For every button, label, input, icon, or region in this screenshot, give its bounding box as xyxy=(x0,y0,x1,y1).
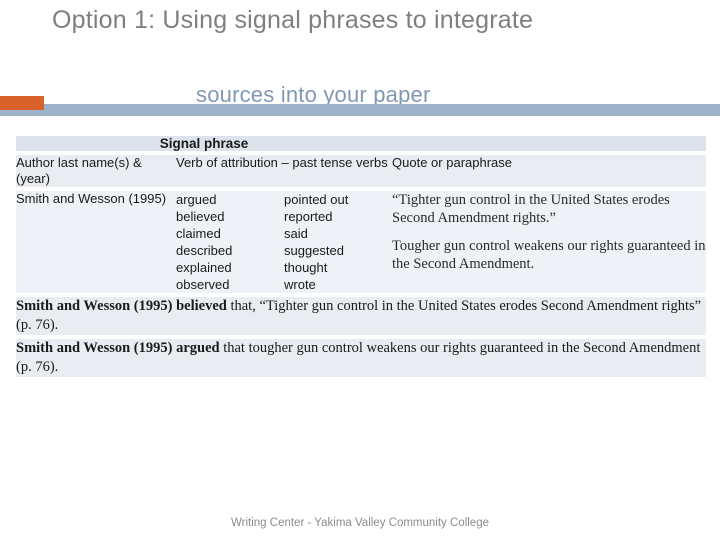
quote-text-2: Tougher gun control weakens our rights g… xyxy=(392,238,706,272)
example-sentence-2: Smith and Wesson (1995) argued that toug… xyxy=(16,339,707,377)
verb-item: said xyxy=(284,226,308,241)
signal-phrase-table: Signal phrase Author last name(s) & (yea… xyxy=(16,136,707,377)
verb-item: thought xyxy=(284,260,328,275)
verb-item: suggested xyxy=(284,243,344,258)
example-signal-phrase-1: Smith and Wesson (1995) believed xyxy=(16,298,227,314)
title-divider-bar xyxy=(0,104,720,116)
quote-text-1: “Tighter gun control in the United State… xyxy=(392,192,670,226)
cell-verbs-column-2: pointed out reported said suggested thou… xyxy=(284,191,393,293)
cell-author: Smith and Wesson (1995) xyxy=(16,191,176,293)
header-signal-phrase: Signal phrase xyxy=(16,136,393,151)
column-heading-author: Author last name(s) & (year) xyxy=(16,155,176,187)
verb-item: wrote xyxy=(284,277,316,292)
slide-title-block: Option 1: Using signal phrases to integr… xyxy=(0,0,720,118)
example-signal-phrase-2: Smith and Wesson (1995) argued xyxy=(16,340,220,356)
verb-item: observed xyxy=(176,277,230,292)
verb-item: explained xyxy=(176,260,232,275)
cell-quote-examples: “Tighter gun control in the United State… xyxy=(392,191,707,293)
cell-verbs-column-1: argued believed claimed described explai… xyxy=(176,191,284,293)
header-blank-cell xyxy=(392,136,707,151)
table-row-column-headings: Author last name(s) & (year) Verb of att… xyxy=(16,155,707,187)
example-sentence-1: Smith and Wesson (1995) believed that, “… xyxy=(16,297,707,335)
table-row-example-1: Smith and Wesson (1995) believed that, “… xyxy=(16,297,707,335)
verb-item: pointed out xyxy=(284,192,349,207)
page-title-line1: Option 1: Using signal phrases to integr… xyxy=(52,6,534,34)
table-row-content: Smith and Wesson (1995) argued believed … xyxy=(16,191,707,293)
table-row-header: Signal phrase xyxy=(16,136,707,151)
title-accent-block xyxy=(0,96,44,110)
verb-item: believed xyxy=(176,209,225,224)
verb-item: described xyxy=(176,243,233,258)
footer-text: Writing Center - Yakima Valley Community… xyxy=(231,517,489,529)
verb-item: claimed xyxy=(176,226,221,241)
verb-item: argued xyxy=(176,192,217,207)
column-heading-verbs: Verb of attribution – past tense verbs xyxy=(176,155,393,187)
table-row-example-2: Smith and Wesson (1995) argued that toug… xyxy=(16,339,707,377)
verb-item: reported xyxy=(284,209,333,224)
signal-phrase-table-wrap: Signal phrase Author last name(s) & (yea… xyxy=(16,136,707,377)
column-heading-quote: Quote or paraphrase xyxy=(392,155,707,187)
